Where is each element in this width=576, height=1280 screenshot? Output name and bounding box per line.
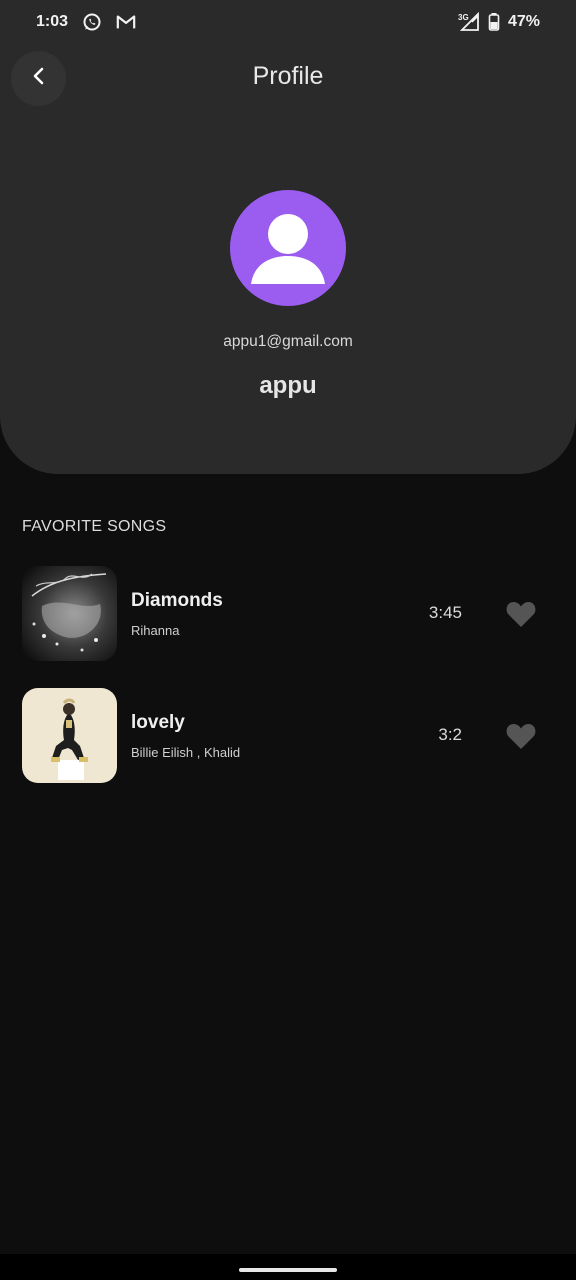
song-row-diamonds[interactable]: Diamonds Rihanna 3:45 bbox=[0, 566, 576, 662]
person-icon bbox=[251, 214, 325, 284]
song-duration: 3:2 bbox=[438, 725, 462, 744]
song-artist: Rihanna bbox=[131, 623, 180, 638]
status-time: 1:03 bbox=[36, 13, 69, 30]
avatar[interactable] bbox=[230, 190, 346, 306]
profile-name: appu bbox=[259, 372, 317, 399]
home-indicator[interactable] bbox=[239, 1268, 337, 1272]
status-bar: 1:03 3G 47% bbox=[0, 0, 576, 44]
song-artist: Billie Eilish , Khalid bbox=[131, 745, 241, 760]
heart-icon[interactable] bbox=[505, 721, 537, 751]
album-cover-lovely bbox=[22, 688, 117, 783]
whatsapp-icon bbox=[82, 12, 102, 32]
system-navigation-bar bbox=[0, 1254, 576, 1280]
song-row-lovely[interactable]: lovely Billie Eilish , Khalid 3:2 bbox=[0, 688, 576, 784]
song-duration: 3:45 bbox=[428, 603, 462, 622]
song-title: Diamonds bbox=[131, 590, 223, 611]
battery-percent: 47% bbox=[507, 13, 540, 30]
svg-text:3G: 3G bbox=[458, 13, 469, 22]
heart-icon[interactable] bbox=[505, 599, 537, 629]
signal-3g-icon: 3G bbox=[458, 12, 480, 32]
profile-email: appu1@gmail.com bbox=[223, 333, 353, 350]
page-title: Profile bbox=[252, 62, 324, 90]
gmail-icon bbox=[116, 12, 136, 32]
song-title: lovely bbox=[131, 712, 185, 733]
album-cover-diamonds bbox=[22, 566, 117, 661]
battery-icon bbox=[488, 12, 500, 32]
favorite-songs-heading: FAVORITE SONGS bbox=[22, 518, 167, 535]
